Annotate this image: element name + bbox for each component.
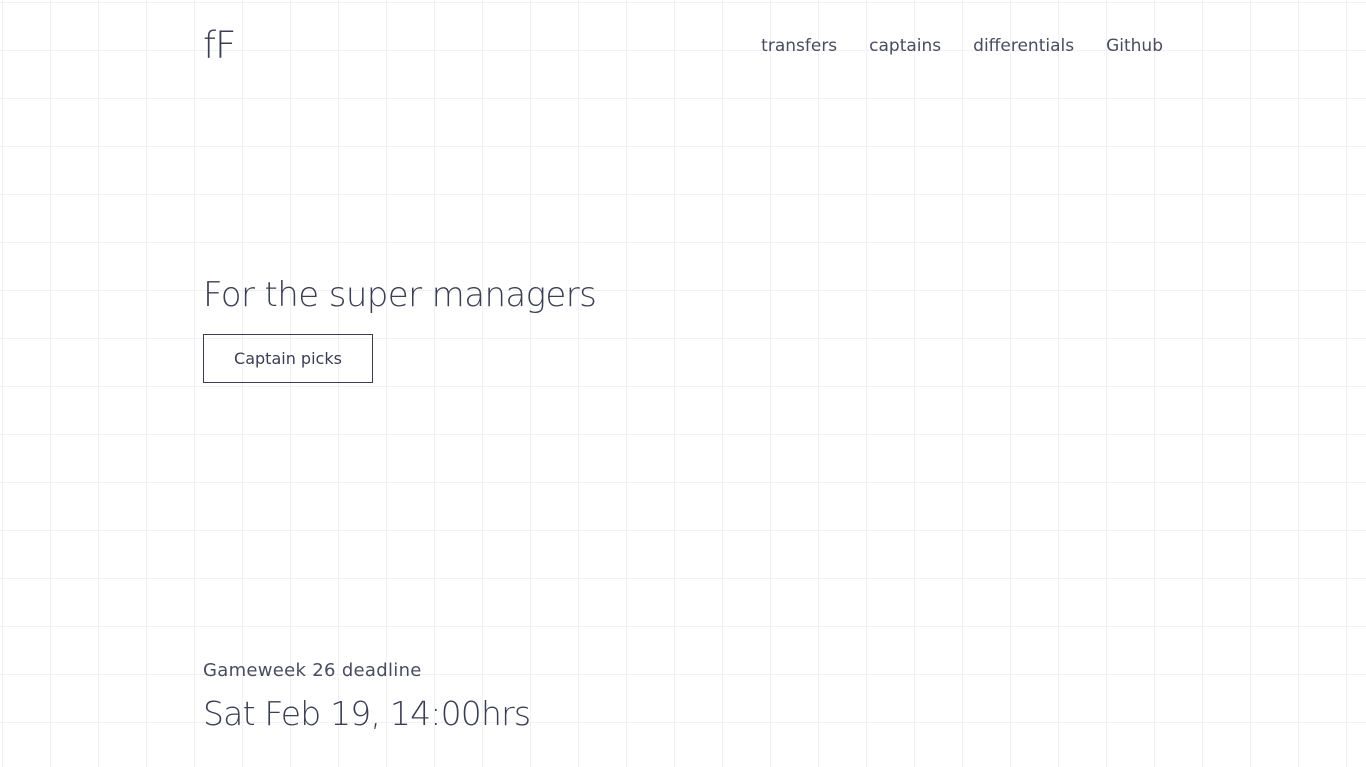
site-logo[interactable]: fF (203, 22, 236, 70)
nav-link-differentials[interactable]: differentials (973, 34, 1074, 58)
deadline-value: Sat Feb 19, 14:00hrs (203, 694, 531, 733)
main-nav: transfers captains differentials Github (761, 34, 1163, 58)
hero-title: For the super managers (203, 275, 597, 315)
nav-link-github[interactable]: Github (1106, 34, 1163, 58)
nav-link-captains[interactable]: captains (869, 34, 941, 58)
deadline-label: Gameweek 26 deadline (203, 660, 422, 681)
captain-picks-button[interactable]: Captain picks (203, 334, 373, 383)
nav-link-transfers[interactable]: transfers (761, 34, 837, 58)
